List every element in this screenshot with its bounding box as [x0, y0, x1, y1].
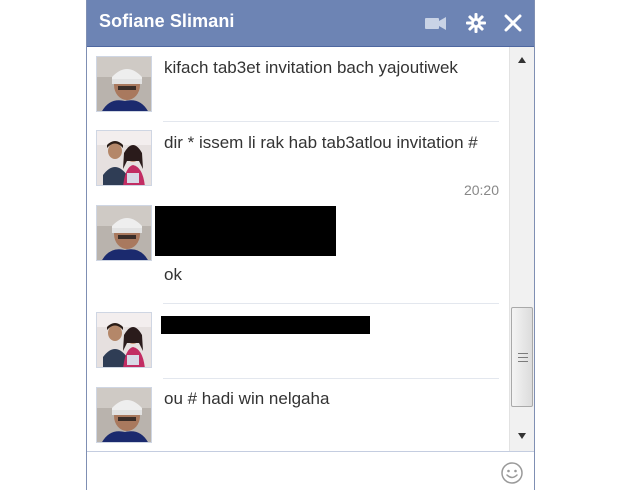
message-item: kifach tab3et invitation bach yajoutiwek: [87, 47, 499, 121]
contact-name[interactable]: Sofiane Slimani: [99, 11, 235, 32]
smiley-icon[interactable]: [500, 461, 524, 485]
scroll-grip: [518, 353, 528, 354]
message-text: ou # hadi win nelgaha: [164, 389, 330, 408]
close-icon[interactable]: [500, 10, 526, 36]
redacted-content: [161, 316, 370, 334]
scroll-grip: [518, 361, 528, 362]
contact-avatar[interactable]: [96, 205, 152, 261]
self-avatar[interactable]: [96, 130, 152, 186]
message-divider: [163, 121, 499, 122]
scroll-up-arrow-icon[interactable]: [510, 51, 534, 71]
message-item: [87, 303, 499, 378]
chat-titlebar[interactable]: Sofiane Slimani: [87, 0, 534, 47]
message-timestamp: 20:20: [463, 182, 499, 198]
chat-scrollbar[interactable]: [509, 47, 534, 451]
message-item: ou # hadi win nelgaha: [87, 378, 499, 451]
self-avatar[interactable]: [96, 312, 152, 368]
redacted-content: [155, 206, 336, 256]
message-input-area: [87, 451, 534, 491]
contact-avatar[interactable]: [96, 56, 152, 112]
message-item: dir * issem li rak hab tab3atlou invitat…: [87, 121, 499, 198]
message-text: dir * issem li rak hab tab3atlou invitat…: [164, 133, 478, 152]
message-input[interactable]: [91, 456, 495, 488]
message-item: ok: [87, 198, 499, 303]
gear-icon[interactable]: [463, 10, 489, 36]
contact-avatar[interactable]: [96, 387, 152, 443]
message-divider: [163, 378, 499, 379]
message-list[interactable]: kifach tab3et invitation bach yajoutiwek: [87, 47, 509, 451]
scroll-grip: [518, 357, 528, 358]
message-divider: [163, 303, 499, 304]
scroll-thumb[interactable]: [511, 307, 533, 407]
message-text: kifach tab3et invitation bach yajoutiwek: [164, 58, 458, 77]
video-camera-icon[interactable]: [423, 10, 449, 36]
scroll-down-arrow-icon[interactable]: [510, 425, 534, 445]
chat-window: Sofiane Slimani kifach tab3et invitation…: [86, 0, 535, 491]
message-text: ok: [164, 265, 182, 284]
